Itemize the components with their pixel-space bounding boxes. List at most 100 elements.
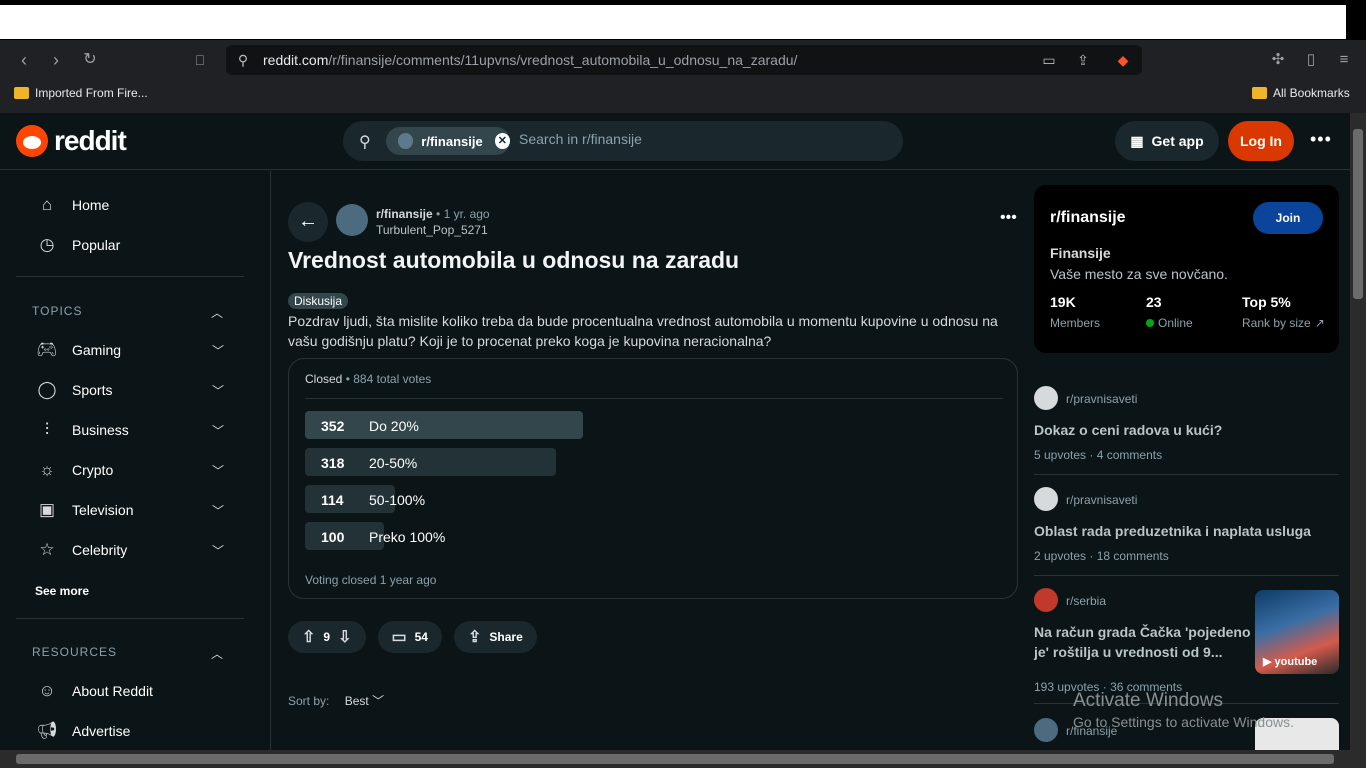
chevron-up-icon[interactable]: ︿ <box>211 304 224 321</box>
sort-value: Best <box>344 694 369 708</box>
more-options-icon[interactable]: ••• <box>1310 129 1332 150</box>
back-arrow-icon[interactable]: ‹ <box>14 50 34 70</box>
related-title[interactable]: Oblast rada preduzetnika i naplata uslug… <box>1034 521 1311 541</box>
share-button[interactable]: ⇪ Share <box>453 621 537 653</box>
reload-icon[interactable]: ↻ <box>80 50 100 70</box>
chevron-down-icon[interactable]: ﹀ <box>212 422 224 439</box>
site-settings-icon[interactable]: ⚲ <box>234 51 252 69</box>
related-subreddit[interactable]: r/serbia <box>1066 594 1106 608</box>
subreddit-name[interactable]: r/finansije <box>1050 209 1126 227</box>
related-subreddit[interactable]: r/pravnisaveti <box>1066 392 1137 406</box>
topic-label: Gaming <box>72 342 122 358</box>
chevron-down-icon[interactable]: ﹀ <box>212 462 224 479</box>
search-input[interactable] <box>519 131 879 147</box>
chevron-up-icon[interactable]: ︿ <box>211 645 224 662</box>
poll-label: 50-100% <box>369 492 426 508</box>
clear-scope-icon[interactable]: ✕ <box>494 133 510 149</box>
topic-business[interactable]: ⫶ Business ﹀ <box>16 410 244 450</box>
bookmark-label: All Bookmarks <box>1273 86 1350 100</box>
scroll-thumb[interactable] <box>1353 129 1363 299</box>
reddit-alien-icon: ☺ <box>38 681 56 700</box>
poll-option: 352 Do 20% <box>305 411 1003 439</box>
get-app-button[interactable]: ▦ Get app <box>1115 121 1219 161</box>
nav-popular[interactable]: ◷ Popular <box>16 225 244 265</box>
login-button[interactable]: Log In <box>1228 121 1294 161</box>
post-body: Pozdrav ljudi, šta mislite koliko treba … <box>288 313 998 349</box>
downvote-icon[interactable]: ⇩ <box>338 627 351 647</box>
nav-label: Home <box>72 197 110 213</box>
bookmark-all[interactable]: All Bookmarks <box>1252 86 1350 100</box>
forward-arrow-icon[interactable]: › <box>46 50 66 70</box>
resources-header[interactable]: RESOURCES ︿ <box>32 645 228 662</box>
bookmark-icon[interactable]: ⎕ <box>190 50 210 70</box>
poll-option: 318 20-50% <box>305 448 1003 476</box>
join-button[interactable]: Join <box>1253 202 1323 234</box>
post-options-icon[interactable]: ••• <box>1000 209 1017 227</box>
chevron-down-icon[interactable]: ﹀ <box>212 342 224 359</box>
reddit-logo[interactable]: reddit <box>16 125 127 157</box>
divider <box>305 398 1003 399</box>
folder-icon <box>14 87 29 99</box>
menu-icon[interactable]: ≡ <box>1334 50 1354 70</box>
related-upvotes: 5 upvotes <box>1034 448 1087 462</box>
megaphone-icon: 📢︎ <box>36 721 58 740</box>
related-title[interactable]: Dokaz o ceni radova u kući? <box>1034 420 1222 440</box>
upvote-icon[interactable]: ⇧ <box>302 627 315 647</box>
topic-celebrity[interactable]: ☆ Celebrity ﹀ <box>16 530 244 570</box>
section-label: TOPICS <box>32 304 83 318</box>
vertical-scrollbar[interactable] <box>1350 113 1366 750</box>
stat-rank[interactable]: Top 5% Rank by size ↗ <box>1242 294 1325 330</box>
chevron-down-icon[interactable]: ﹀ <box>212 382 224 399</box>
extensions-icon[interactable]: ✣ <box>1268 50 1288 70</box>
share-page-icon[interactable]: ⇪ <box>1074 51 1092 69</box>
topic-gaming[interactable]: 🎮︎ Gaming ﹀ <box>16 330 244 370</box>
poll-count: 318 <box>321 455 345 471</box>
cast-icon[interactable]: ▭ <box>1040 51 1058 69</box>
crypto-icon: ☼ <box>39 460 55 479</box>
search-bar[interactable]: ⚲ r/finansije ✕ <box>343 121 903 161</box>
poll-option: 114 50-100% <box>305 485 1003 513</box>
bookmark-imported[interactable]: Imported From Fire... <box>14 86 148 100</box>
topic-television[interactable]: ▣ Television ﹀ <box>16 490 244 530</box>
divider <box>16 618 244 619</box>
divider <box>16 276 244 277</box>
chevron-down-icon[interactable]: ﹀ <box>212 542 224 559</box>
subreddit-description: Vaše mesto za sve novčano. <box>1050 266 1228 282</box>
post-title: Vrednost automobila u odnosu na zaradu <box>288 247 740 273</box>
divider <box>1034 474 1339 475</box>
nav-home[interactable]: ⌂ Home <box>16 185 244 225</box>
author-link[interactable]: Turbulent_Pop_5271 <box>376 223 488 237</box>
post-flair[interactable]: Diskusija <box>288 293 349 309</box>
related-subreddit[interactable]: r/pravnisaveti <box>1066 493 1137 507</box>
url-text[interactable]: reddit.com/r/finansije/comments/11upvns/… <box>263 52 797 68</box>
address-bar[interactable]: ⚲ reddit.com/r/finansije/comments/11upvn… <box>226 45 1142 75</box>
topics-header[interactable]: TOPICS ︿ <box>32 304 228 321</box>
nav-label: Advertise <box>72 723 131 739</box>
topic-label: Sports <box>72 382 113 398</box>
scroll-thumb[interactable] <box>16 754 1334 764</box>
search-scope-chip[interactable]: r/finansije ✕ <box>386 127 510 155</box>
subreddit-card: r/finansije Join Finansije Vaše mesto za… <box>1034 185 1339 353</box>
logo-wordmark: reddit <box>54 125 127 156</box>
comments-button[interactable]: ▭ 54 <box>377 621 442 653</box>
chevron-down-icon[interactable]: ﹀ <box>212 502 224 519</box>
sidebar-toggle-icon[interactable]: ▯ <box>1301 50 1321 70</box>
brave-shield-icon[interactable]: ◆ <box>1114 51 1132 69</box>
left-sidebar: ⌂ Home ◷ Popular TOPICS ︿ 🎮︎ Gaming ﹀ ◯ … <box>0 171 271 751</box>
nav-advertise[interactable]: 📢︎ Advertise <box>16 711 244 751</box>
nav-about[interactable]: ☺ About Reddit <box>16 671 244 711</box>
topic-crypto[interactable]: ☼ Crypto ﹀ <box>16 450 244 490</box>
see-more-link[interactable]: See more <box>35 584 89 598</box>
sort-dropdown[interactable]: Best ﹀ <box>345 694 384 708</box>
subreddit-full-name: Finansije <box>1050 245 1111 261</box>
video-thumbnail[interactable]: ▶ youtube <box>1255 590 1339 674</box>
back-button[interactable]: ← <box>288 202 328 242</box>
topic-sports[interactable]: ◯ Sports ﹀ <box>16 370 244 410</box>
chevron-down-icon: ﹀ <box>372 694 385 708</box>
stat-value: 19K <box>1050 294 1076 310</box>
poll-status: Closed <box>305 372 343 386</box>
related-title[interactable]: Na račun grada Čačka 'pojedeno je' roštil… <box>1034 622 1251 662</box>
subreddit-avatar[interactable] <box>336 204 368 236</box>
subreddit-link[interactable]: r/finansije <box>376 207 433 221</box>
horizontal-scrollbar[interactable] <box>0 750 1366 768</box>
